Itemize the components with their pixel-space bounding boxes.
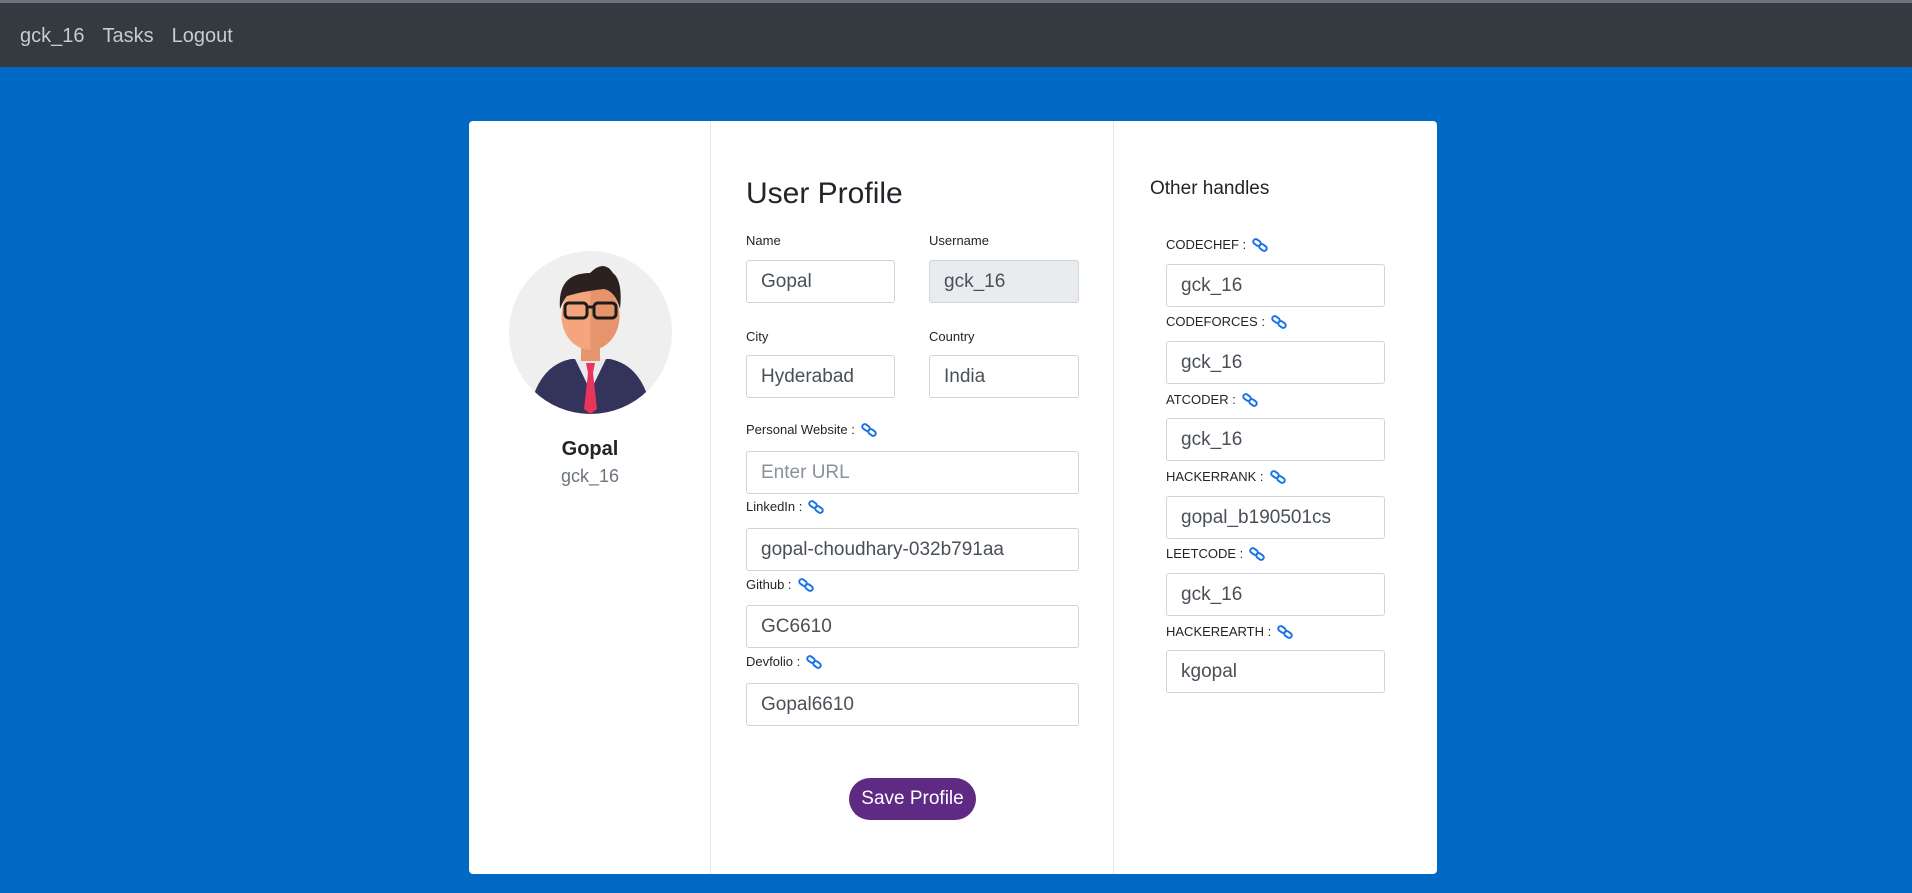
linkedin-label: LinkedIn : [746,499,825,514]
link-icon[interactable] [1271,314,1287,329]
atcoder-field[interactable] [1166,418,1385,461]
avatar-illustration-icon [509,251,672,414]
hackerrank-label: HACKERRANK : [1166,469,1286,484]
country-field[interactable] [929,355,1079,398]
devfolio-label: Devfolio : [746,654,822,669]
column-divider [1113,121,1114,874]
city-field[interactable] [746,355,895,398]
link-icon[interactable] [806,654,822,669]
nav-tasks-link[interactable]: Tasks [103,25,154,48]
link-icon[interactable] [1249,546,1266,561]
website-label: Personal Website : [746,422,877,437]
atcoder-label: ATCODER : [1166,392,1258,407]
link-icon[interactable] [861,422,877,437]
link-icon[interactable] [808,499,825,514]
profile-display-name: Gopal [561,438,619,460]
codeforces-label: CODEFORCES : [1166,314,1287,329]
linkedin-field[interactable] [746,528,1079,571]
leetcode-field[interactable] [1166,573,1385,616]
page-title: User Profile [746,177,903,210]
devfolio-field[interactable] [746,683,1079,726]
github-field[interactable] [746,605,1079,648]
github-label: Github : [746,577,814,592]
avatar [509,251,672,414]
name-label: Name [746,233,781,248]
profile-display-username: gck_16 [560,466,620,486]
username-label: Username [929,233,989,248]
website-field[interactable] [746,451,1079,494]
codechef-label: CODECHEF : [1166,237,1268,252]
link-icon[interactable] [797,577,814,592]
link-icon[interactable] [1277,624,1293,639]
nav-logout-link[interactable]: Logout [172,25,233,48]
profile-card: Gopal gck_16 User Profile Name Username … [469,121,1437,874]
column-divider [710,121,711,874]
hackerearth-label: HACKEREARTH : [1166,624,1293,639]
city-label: City [746,329,769,344]
link-icon[interactable] [1269,469,1286,484]
hackerearth-field[interactable] [1166,650,1385,693]
top-navbar: gck_16 Tasks Logout [0,0,1912,67]
save-profile-button[interactable]: Save Profile [849,778,976,820]
leetcode-label: LEETCODE : [1166,546,1266,561]
nav-links: gck_16 Tasks Logout [20,25,233,48]
codeforces-field[interactable] [1166,341,1385,384]
link-icon[interactable] [1242,392,1258,407]
hackerrank-field[interactable] [1166,496,1385,539]
other-handles-title: Other handles [1150,178,1270,199]
country-label: Country [929,329,975,344]
codechef-field[interactable] [1166,264,1385,307]
nav-brand-link[interactable]: gck_16 [20,25,85,48]
name-field[interactable] [746,260,895,303]
username-field[interactable] [929,260,1079,303]
link-icon[interactable] [1252,237,1268,252]
